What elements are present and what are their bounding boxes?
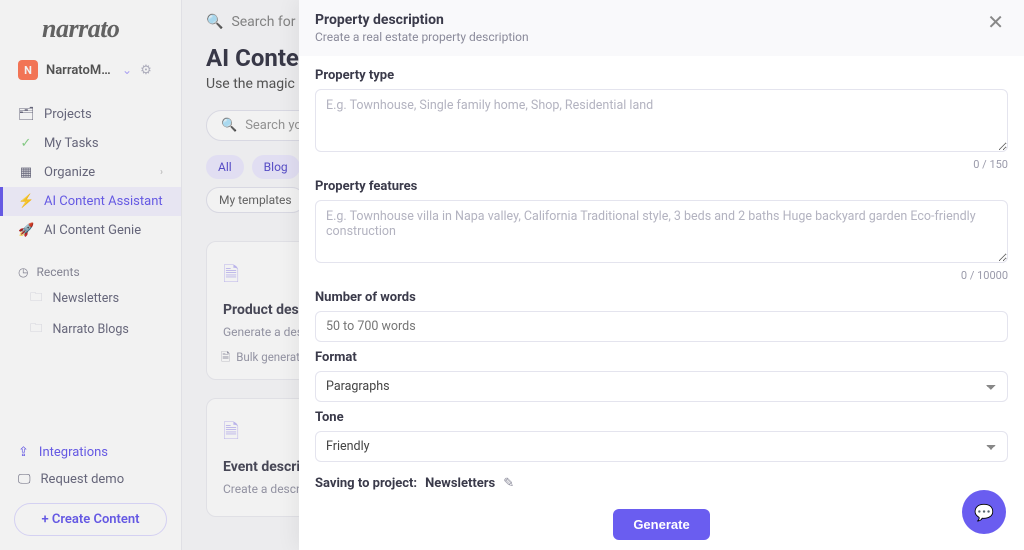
- saving-to-project-row: Saving to project: Newsletters ✎: [315, 476, 1008, 491]
- number-of-words-input[interactable]: [315, 311, 1008, 342]
- format-label: Format: [315, 350, 1008, 365]
- property-description-modal: Property description Create a real estat…: [299, 0, 1024, 550]
- chat-icon: 💬: [974, 503, 994, 522]
- chat-launcher[interactable]: 💬: [962, 490, 1006, 534]
- property-features-label: Property features: [315, 179, 1008, 194]
- saving-project: Newsletters: [425, 476, 495, 491]
- close-icon[interactable]: ✕: [987, 12, 1004, 32]
- property-type-counter: 0 / 150: [315, 158, 1008, 171]
- edit-icon[interactable]: ✎: [503, 476, 514, 491]
- modal-title: Property description: [315, 12, 529, 28]
- number-of-words-label: Number of words: [315, 290, 1008, 305]
- saving-label: Saving to project:: [315, 476, 417, 491]
- property-type-label: Property type: [315, 68, 1008, 83]
- modal-subtitle: Create a real estate property descriptio…: [315, 30, 529, 44]
- modal-header-text: Property description Create a real estat…: [315, 12, 529, 44]
- generate-row: Generate: [315, 509, 1008, 540]
- tone-select[interactable]: Friendly: [315, 431, 1008, 462]
- modal-body: Property type 0 / 150 Property features …: [299, 56, 1024, 550]
- generate-button[interactable]: Generate: [613, 509, 709, 540]
- modal-header: Property description Create a real estat…: [299, 0, 1024, 56]
- property-features-counter: 0 / 10000: [315, 269, 1008, 282]
- property-type-input[interactable]: [315, 89, 1008, 152]
- property-features-input[interactable]: [315, 200, 1008, 263]
- tone-label: Tone: [315, 410, 1008, 425]
- format-select[interactable]: Paragraphs: [315, 371, 1008, 402]
